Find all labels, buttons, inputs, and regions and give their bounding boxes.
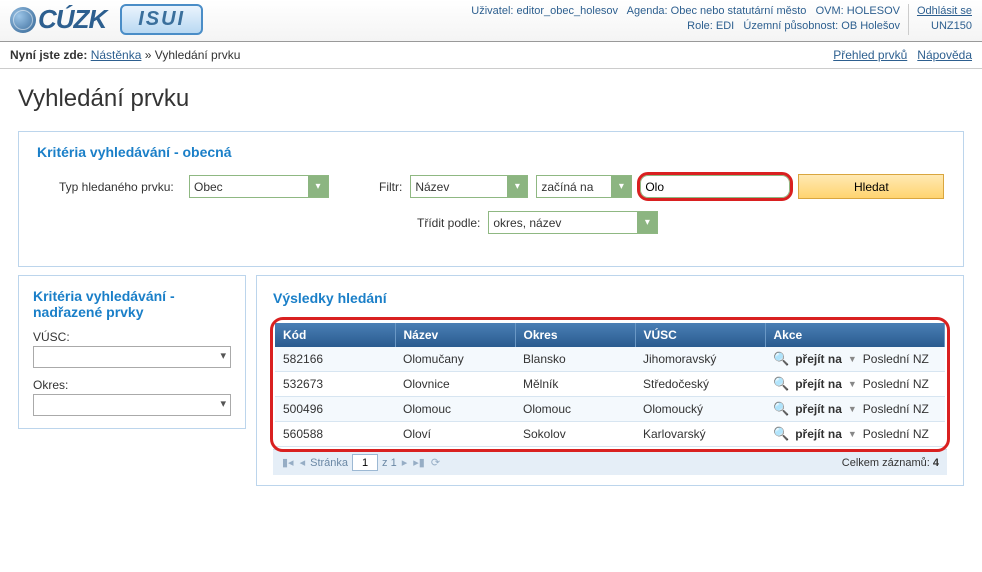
- okres-label: Okres:: [33, 378, 231, 392]
- cell-nazev: Olovnice: [395, 372, 515, 397]
- cell-vusc: Olomoucký: [635, 397, 765, 422]
- chevron-down-icon[interactable]: ▼: [848, 429, 857, 439]
- filtr-field-select[interactable]: Název ▾: [410, 175, 528, 198]
- globe-icon: [10, 7, 36, 33]
- table-row: 582166OlomučanyBlanskoJihomoravský 🔍 přejí…: [275, 347, 945, 372]
- col-okres[interactable]: Okres: [515, 323, 635, 347]
- cell-okres: Blansko: [515, 347, 635, 372]
- cell-nazev: Olomučany: [395, 347, 515, 372]
- pager-first-icon[interactable]: ▮◂: [281, 456, 295, 469]
- results-panel: Výsledky hledání Kód Název Okres VÚSC Ak…: [256, 275, 964, 486]
- chevron-down-icon[interactable]: ▼: [848, 379, 857, 389]
- filtr-label: Filtr:: [379, 180, 402, 194]
- criteria-parent-title: Kritéria vyhledávání - nadřazené prvky: [33, 288, 231, 320]
- chevron-down-icon[interactable]: ▼: [848, 354, 857, 364]
- pager-refresh-icon[interactable]: ⟳: [430, 456, 441, 469]
- search-icon[interactable]: 🔍: [773, 401, 789, 417]
- unz-code: UNZ150: [917, 19, 972, 34]
- pager-page-input[interactable]: [352, 454, 378, 471]
- cell-vusc: Středočeský: [635, 372, 765, 397]
- filtr-op-select[interactable]: začíná na ▾: [536, 175, 632, 198]
- table-row: 500496OlomoucOlomoucOlomoucký🔍přejít na▼…: [275, 397, 945, 422]
- pager-next-icon[interactable]: ▸: [401, 456, 409, 469]
- criteria-general-title: Kritéria vyhledávání - obecná: [37, 144, 945, 160]
- chevron-down-icon[interactable]: ▼: [848, 404, 857, 414]
- chevron-down-icon: ▾: [611, 176, 631, 197]
- results-table: Kód Název Okres VÚSC Akce 582166Olomučan…: [275, 323, 945, 447]
- breadcrumb-label: Nyní jste zde:: [10, 48, 87, 62]
- results-title: Výsledky hledání: [273, 290, 947, 306]
- sort-select[interactable]: okres, název ▾: [488, 211, 658, 234]
- cell-kod: 582166: [275, 347, 395, 372]
- link-prehled-prvku[interactable]: Přehled prvků: [833, 48, 907, 62]
- cell-okres: Mělník: [515, 372, 635, 397]
- col-vusc[interactable]: VÚSC: [635, 323, 765, 347]
- col-kod[interactable]: Kód: [275, 323, 395, 347]
- table-row: 532673OlovniceMělníkStředočeský 🔍 přejít n…: [275, 372, 945, 397]
- cell-vusc: Karlovarský: [635, 422, 765, 447]
- okres-select[interactable]: [33, 394, 231, 416]
- cell-kod: 532673: [275, 372, 395, 397]
- chevron-down-icon: ▾: [637, 212, 657, 233]
- cell-kod: 500496: [275, 397, 395, 422]
- cell-nazev: Oloví: [395, 422, 515, 447]
- action-lastnz[interactable]: Poslední NZ: [863, 377, 929, 391]
- logo-area: CÚZK ISUI: [10, 4, 203, 35]
- logo-isui[interactable]: ISUI: [120, 4, 203, 35]
- vusc-select[interactable]: [33, 346, 231, 368]
- search-button[interactable]: Hledat: [798, 174, 944, 199]
- col-nazev[interactable]: Název: [395, 323, 515, 347]
- criteria-parent-panel: Kritéria vyhledávání - nadřazené prvky V…: [18, 275, 246, 429]
- cell-vusc: Jihomoravský: [635, 347, 765, 372]
- action-goto[interactable]: přejít na: [795, 427, 842, 441]
- action-lastnz[interactable]: Poslední NZ: [863, 352, 929, 366]
- pager-total-label: Celkem záznamů:: [842, 457, 930, 469]
- cell-okres: Olomouc: [515, 397, 635, 422]
- criteria-general-panel: Kritéria vyhledávání - obecná Typ hledan…: [18, 131, 964, 267]
- table-row: 560588OlovíSokolovKarlovarský 🔍 přejít na ▼…: [275, 422, 945, 447]
- user-info: Uživatel: editor_obec_holesov Agenda: Ob…: [471, 4, 972, 35]
- action-goto[interactable]: přejít na: [795, 352, 842, 366]
- page-title: Vyhledání prvku: [18, 85, 964, 113]
- logout-link[interactable]: Odhlásit se: [917, 5, 972, 17]
- pager-of: z 1: [382, 457, 397, 469]
- chevron-down-icon: ▾: [507, 176, 527, 197]
- action-lastnz[interactable]: Poslední NZ: [863, 402, 929, 416]
- top-bar: CÚZK ISUI Uživatel: editor_obec_holesov …: [0, 0, 982, 42]
- search-icon[interactable]: 🔍: [773, 376, 789, 392]
- col-akce: Akce: [765, 323, 945, 347]
- search-icon[interactable]: 🔍: [773, 351, 789, 367]
- action-goto[interactable]: přejít na: [795, 402, 842, 416]
- cell-okres: Sokolov: [515, 422, 635, 447]
- breadcrumb-current: Vyhledání prvku: [155, 48, 241, 62]
- link-napoveda[interactable]: Nápověda: [917, 48, 972, 62]
- pager-prev-icon[interactable]: ◂: [299, 456, 307, 469]
- breadcrumb-nastenka[interactable]: Nástěnka: [91, 48, 142, 62]
- typ-label: Typ hledaného prvku:: [59, 180, 181, 194]
- chevron-down-icon: ▾: [308, 176, 328, 197]
- action-goto[interactable]: přejít na: [795, 377, 842, 391]
- logo-cuzk: CÚZK: [10, 4, 106, 35]
- action-lastnz[interactable]: Poslední NZ: [863, 427, 929, 441]
- pager-total: 4: [933, 457, 939, 469]
- breadcrumb-bar: Nyní jste zde: Nástěnka » Vyhledání prvk…: [0, 42, 982, 69]
- search-icon[interactable]: 🔍: [773, 426, 789, 442]
- pager-label: Stránka: [310, 457, 348, 469]
- cell-kod: 560588: [275, 422, 395, 447]
- typ-select[interactable]: Obec ▾: [189, 175, 329, 198]
- pager-last-icon[interactable]: ▸▮: [412, 456, 426, 469]
- vusc-label: VÚSC:: [33, 330, 231, 344]
- cell-nazev: Olomouc: [395, 397, 515, 422]
- filtr-value-input[interactable]: [640, 175, 790, 198]
- sort-label: Třídit podle:: [417, 216, 480, 230]
- pager: ▮◂ ◂ Stránka z 1 ▸ ▸▮ ⟳ Celkem záznamů: …: [273, 449, 947, 475]
